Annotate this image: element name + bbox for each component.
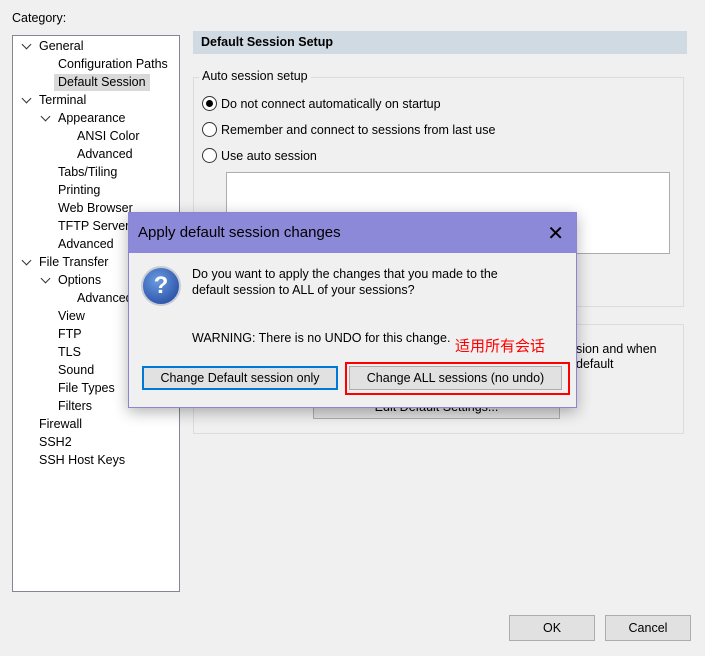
group-text: sion and when <box>576 342 657 356</box>
tree-item[interactable]: SSH Host Keys <box>39 452 125 469</box>
chevron-down-icon[interactable] <box>40 111 51 122</box>
group-text: default <box>576 357 614 371</box>
dialog-message: Do you want to apply the changes that yo… <box>192 267 498 281</box>
tree-item[interactable]: Default Session <box>54 74 150 91</box>
radio-button[interactable] <box>202 122 217 137</box>
tree-item[interactable]: Sound <box>58 362 94 379</box>
radio-label: Remember and connect to sessions from la… <box>221 123 496 137</box>
tree-item[interactable]: General <box>39 38 83 55</box>
tree-item[interactable]: Options <box>58 272 101 289</box>
chevron-down-icon[interactable] <box>21 93 32 104</box>
tree-item[interactable]: TFTP Server <box>58 218 129 235</box>
tree-item[interactable]: TLS <box>58 344 81 361</box>
auto-session-group-label: Auto session setup <box>199 69 311 83</box>
tree-item[interactable]: File Types <box>58 380 115 397</box>
cancel-button[interactable]: Cancel <box>605 615 691 641</box>
chevron-down-icon[interactable] <box>40 273 51 284</box>
tree-item[interactable]: Firewall <box>39 416 82 433</box>
question-icon: ? <box>141 266 181 306</box>
tree-item[interactable]: ANSI Color <box>77 128 140 145</box>
tree-item[interactable]: FTP <box>58 326 82 343</box>
tree-item[interactable]: SSH2 <box>39 434 72 451</box>
dialog-message: default session to ALL of your sessions? <box>192 283 415 297</box>
radio-label: Do not connect automatically on startup <box>221 97 441 111</box>
tree-item[interactable]: Filters <box>58 398 92 415</box>
tree-item[interactable]: View <box>58 308 85 325</box>
tree-item[interactable]: Advanced <box>77 290 133 307</box>
change-all-sessions-button[interactable]: Change ALL sessions (no undo) <box>349 366 562 390</box>
tree-item[interactable]: Printing <box>58 182 100 199</box>
tree-item[interactable]: Configuration Paths <box>58 56 168 73</box>
chevron-down-icon[interactable] <box>21 39 32 50</box>
tree-item[interactable]: Web Browser <box>58 200 133 217</box>
category-label: Category: <box>12 11 67 25</box>
apply-changes-dialog: Apply default session changes ✕ ? Do you… <box>128 212 577 408</box>
tree-item[interactable]: Advanced <box>58 236 114 253</box>
ok-button[interactable]: OK <box>509 615 595 641</box>
close-icon[interactable]: ✕ <box>547 221 564 246</box>
tree-item[interactable]: File Transfer <box>39 254 108 271</box>
panel-title: Default Session Setup <box>193 31 687 54</box>
dialog-title: Apply default session changes <box>138 224 341 241</box>
dialog-warning: WARNING: There is no UNDO for this chang… <box>192 331 451 345</box>
change-default-only-button[interactable]: Change Default session only <box>142 366 338 390</box>
radio-button[interactable] <box>202 96 217 111</box>
tree-item[interactable]: Appearance <box>58 110 125 127</box>
tree-item[interactable]: Tabs/Tiling <box>58 164 117 181</box>
dialog-titlebar: Apply default session changes <box>129 213 576 253</box>
radio-label: Use auto session <box>221 149 317 163</box>
annotation-text: 适用所有会话 <box>455 338 546 355</box>
tree-item[interactable]: Terminal <box>39 92 86 109</box>
tree-item[interactable]: Advanced <box>77 146 133 163</box>
chevron-down-icon[interactable] <box>21 255 32 266</box>
radio-button[interactable] <box>202 148 217 163</box>
